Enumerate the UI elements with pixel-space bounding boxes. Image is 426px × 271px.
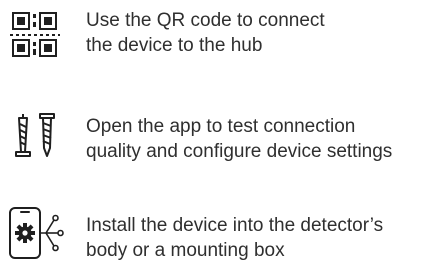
screws-icon [6, 104, 72, 168]
step-qr: Use the QR code to connect the device to… [0, 0, 426, 64]
step-line-1: Open the app to test connection [86, 116, 356, 137]
step-line-2: the device to the hub [86, 35, 263, 56]
step-line-1: Install the device into the detector’s [86, 215, 384, 236]
step-text: Install the device into the detector’s b… [86, 213, 383, 263]
step-line-2: quality and configure device settings [86, 141, 393, 162]
step-line-2: body or a mounting box [86, 240, 285, 261]
phone-app-settings-icon [6, 202, 72, 266]
step-text: Use the QR code to connect the device to… [86, 8, 325, 58]
step-app: Install the device into the detector’s b… [0, 188, 426, 261]
step-screws: Open the app to test connection quality … [0, 96, 426, 162]
qr-code-icon [6, 4, 72, 68]
step-text: Open the app to test connection quality … [86, 114, 392, 164]
step-line-1: Use the QR code to connect [86, 10, 325, 31]
